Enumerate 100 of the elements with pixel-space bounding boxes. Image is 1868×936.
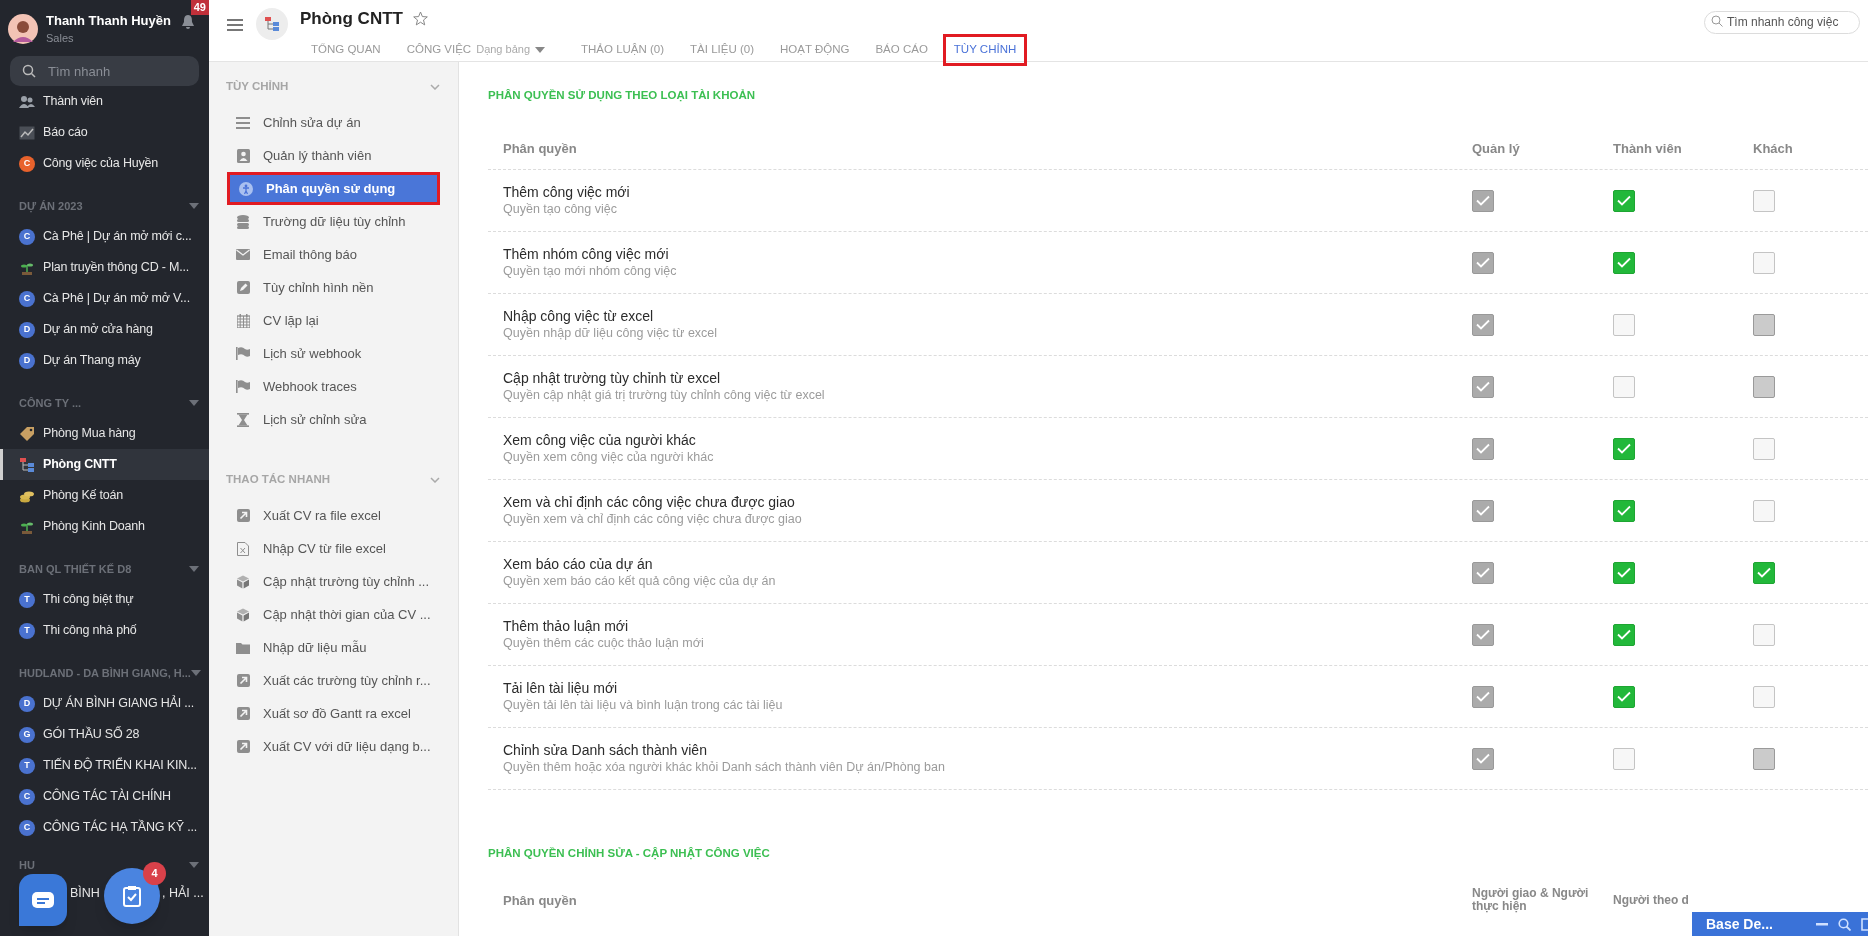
check-icon (1476, 443, 1490, 454)
section-header: HU (19, 857, 35, 873)
search-field[interactable]: Tìm nhanh công việc (1704, 10, 1860, 34)
settings-menu-item[interactable]: Cập nhật trường tùy chỉnh ... (227, 565, 440, 598)
edit-icon (236, 281, 250, 294)
permission-description: Quyền tạo mới nhóm công việc (503, 263, 678, 280)
sidebar-item-text: BÌNH (70, 884, 100, 902)
letter-avatar: C (19, 788, 35, 805)
settings-menu-item[interactable]: Quản lý thành viên (227, 139, 440, 172)
calendar-icon (236, 313, 250, 328)
settings-menu-item[interactable]: Trường dữ liệu tùy chỉnh (227, 205, 440, 238)
check-icon (1617, 629, 1631, 640)
sidebar-item[interactable]: G GÓI THẦU SỐ 28 (0, 719, 209, 750)
search-field[interactable]: Tìm nhanh (10, 56, 199, 86)
sidebar-item[interactable]: C CÔNG TÁC TÀI CHÍNH (0, 781, 209, 812)
column-header: Người theo d (1613, 893, 1689, 907)
letter-avatar: T (19, 757, 35, 774)
menu-icon (227, 19, 243, 31)
checkbox[interactable] (1613, 623, 1635, 646)
hourglass-icon (237, 412, 249, 427)
checkbox[interactable] (1753, 685, 1775, 708)
nav-tab[interactable]: TÙY CHỈNH (942, 33, 1028, 66)
checkbox[interactable] (1613, 251, 1635, 274)
permission-description: Quyền xem báo cáo kết quả công việc của dự án (503, 573, 777, 590)
settings-menu-item[interactable]: Nhập dữ liệu mẫu (227, 631, 440, 664)
chevron-down-icon (430, 84, 440, 90)
window-icon (1861, 917, 1868, 931)
settings-menu-item[interactable]: Lịch sử webhook (227, 337, 440, 370)
sidebar-item[interactable]: T TIẾN ĐỘ TRIỂN KHAI KIN... (0, 750, 209, 781)
caret-icon (189, 566, 199, 572)
checkbox[interactable] (1613, 189, 1635, 212)
checkbox[interactable] (1613, 747, 1635, 770)
sidebar-item[interactable]: C Cà Phê | Dự án mở mới c... (0, 221, 209, 252)
sidebar-item[interactable]: C Cà Phê | Dự án mở mở V... (0, 283, 209, 314)
checkbox[interactable] (1753, 251, 1775, 274)
checkbox[interactable] (1613, 685, 1635, 708)
settings-menu-item[interactable]: Lịch sử chỉnh sửa (227, 403, 440, 436)
sidebar-item[interactable]: Phòng Kinh Doanh (0, 511, 209, 542)
settings-menu-item[interactable]: CV lặp lại (227, 304, 440, 337)
folder-icon (236, 641, 250, 654)
letter-avatar: T (19, 622, 35, 639)
settings-menu-item[interactable]: Webhook traces (227, 370, 440, 403)
chat-button[interactable] (19, 874, 67, 926)
check-icon (1476, 381, 1490, 392)
checkbox[interactable] (1753, 437, 1775, 460)
letter-avatar: G (19, 726, 35, 743)
chat-bar[interactable]: Base De... (1692, 912, 1868, 936)
sidebar-item[interactable]: T Thi công biệt thự (0, 584, 209, 615)
section-header: BAN QL THIẾT KẾ D8 (19, 561, 132, 577)
flag-icon (236, 347, 250, 360)
sidebar-item[interactable]: Plan truyền thông CD - M... (0, 252, 209, 283)
section-title: PHÂN QUYỀN CHỈNH SỬA - CẬP NHẬT CÔNG VIỆC (488, 846, 771, 862)
checkbox[interactable] (1753, 623, 1775, 646)
checkbox[interactable] (1613, 375, 1635, 398)
section-header: CÔNG TY ... (19, 395, 82, 411)
permission-description: Quyền xem công việc của người khác (503, 449, 715, 466)
settings-menu-item[interactable]: Nhập CV từ file excel (227, 532, 440, 565)
sidebar-item[interactable]: T Thi công nhà phố (0, 615, 209, 646)
sidebar-item[interactable]: D Dự án Thang máy (0, 345, 209, 376)
checkbox[interactable] (1613, 561, 1635, 584)
check-icon (1617, 195, 1631, 206)
permission-description: Quyền xem và chỉ định các công việc chưa được giao (503, 511, 803, 528)
users-icon (19, 94, 35, 109)
checkbox[interactable] (1613, 437, 1635, 460)
sidebar-item[interactable]: D Dự án mở cửa hàng (0, 314, 209, 345)
checkbox[interactable] (1753, 499, 1775, 522)
sidebar-item[interactable]: D DỰ ÁN BÌNH GIANG HẢI ... (0, 688, 209, 719)
person-circle-icon (239, 181, 253, 196)
permission-title: Xem và chỉ định các công việc chưa được giao (503, 493, 796, 511)
settings-menu-item[interactable]: Email thông báo (227, 238, 440, 271)
checkbox[interactable] (1613, 499, 1635, 522)
sidebar-item[interactable]: C Công việc của Huyền (0, 148, 209, 179)
page-title: Phòng CNTT (300, 8, 403, 30)
settings-menu-item[interactable]: Cập nhật thời gian của CV ... (227, 598, 440, 631)
check-icon (1757, 567, 1771, 578)
letter-avatar: D (19, 321, 35, 338)
checkbox[interactable] (1753, 189, 1775, 212)
section-title: PHÂN QUYỀN SỬ DỤNG THEO LOẠI TÀI KHOẢN (488, 88, 757, 104)
settings-menu-item[interactable]: Phân quyền sử dụng (227, 172, 440, 205)
settings-menu-item[interactable]: Xuất sơ đồ Gantt ra excel (227, 697, 440, 730)
permission-title: Xem công việc của người khác (503, 431, 697, 449)
sidebar-item[interactable]: Thành viên (0, 86, 209, 117)
org-chart-icon (264, 16, 280, 32)
sidebar-item[interactable]: Báo cáo (0, 117, 209, 148)
checkbox[interactable] (1753, 561, 1775, 584)
checkbox[interactable] (1613, 313, 1635, 336)
search-icon (1711, 15, 1723, 27)
settings-menu-item[interactable]: Tùy chỉnh hình nền (227, 271, 440, 304)
settings-menu-item[interactable]: Chỉnh sửa dự án (227, 106, 440, 139)
external-link-icon (236, 674, 250, 687)
caret-icon (189, 203, 199, 209)
sidebar-item[interactable]: Phòng Kế toán (0, 480, 209, 511)
sidebar-item[interactable]: C CÔNG TÁC HẠ TẦNG KỸ ... (0, 812, 209, 843)
check-icon (1617, 567, 1631, 578)
sidebar-item[interactable]: Phòng Mua hàng (0, 418, 209, 449)
settings-menu-item[interactable]: Xuất CV ra file excel (227, 499, 440, 532)
settings-menu-item[interactable]: Xuất CV với dữ liệu dạng b... (227, 730, 440, 763)
sidebar-item[interactable]: Phòng CNTT (0, 449, 209, 480)
external-link-icon (236, 740, 250, 753)
settings-menu-item[interactable]: Xuất các trường tùy chỉnh r... (227, 664, 440, 697)
